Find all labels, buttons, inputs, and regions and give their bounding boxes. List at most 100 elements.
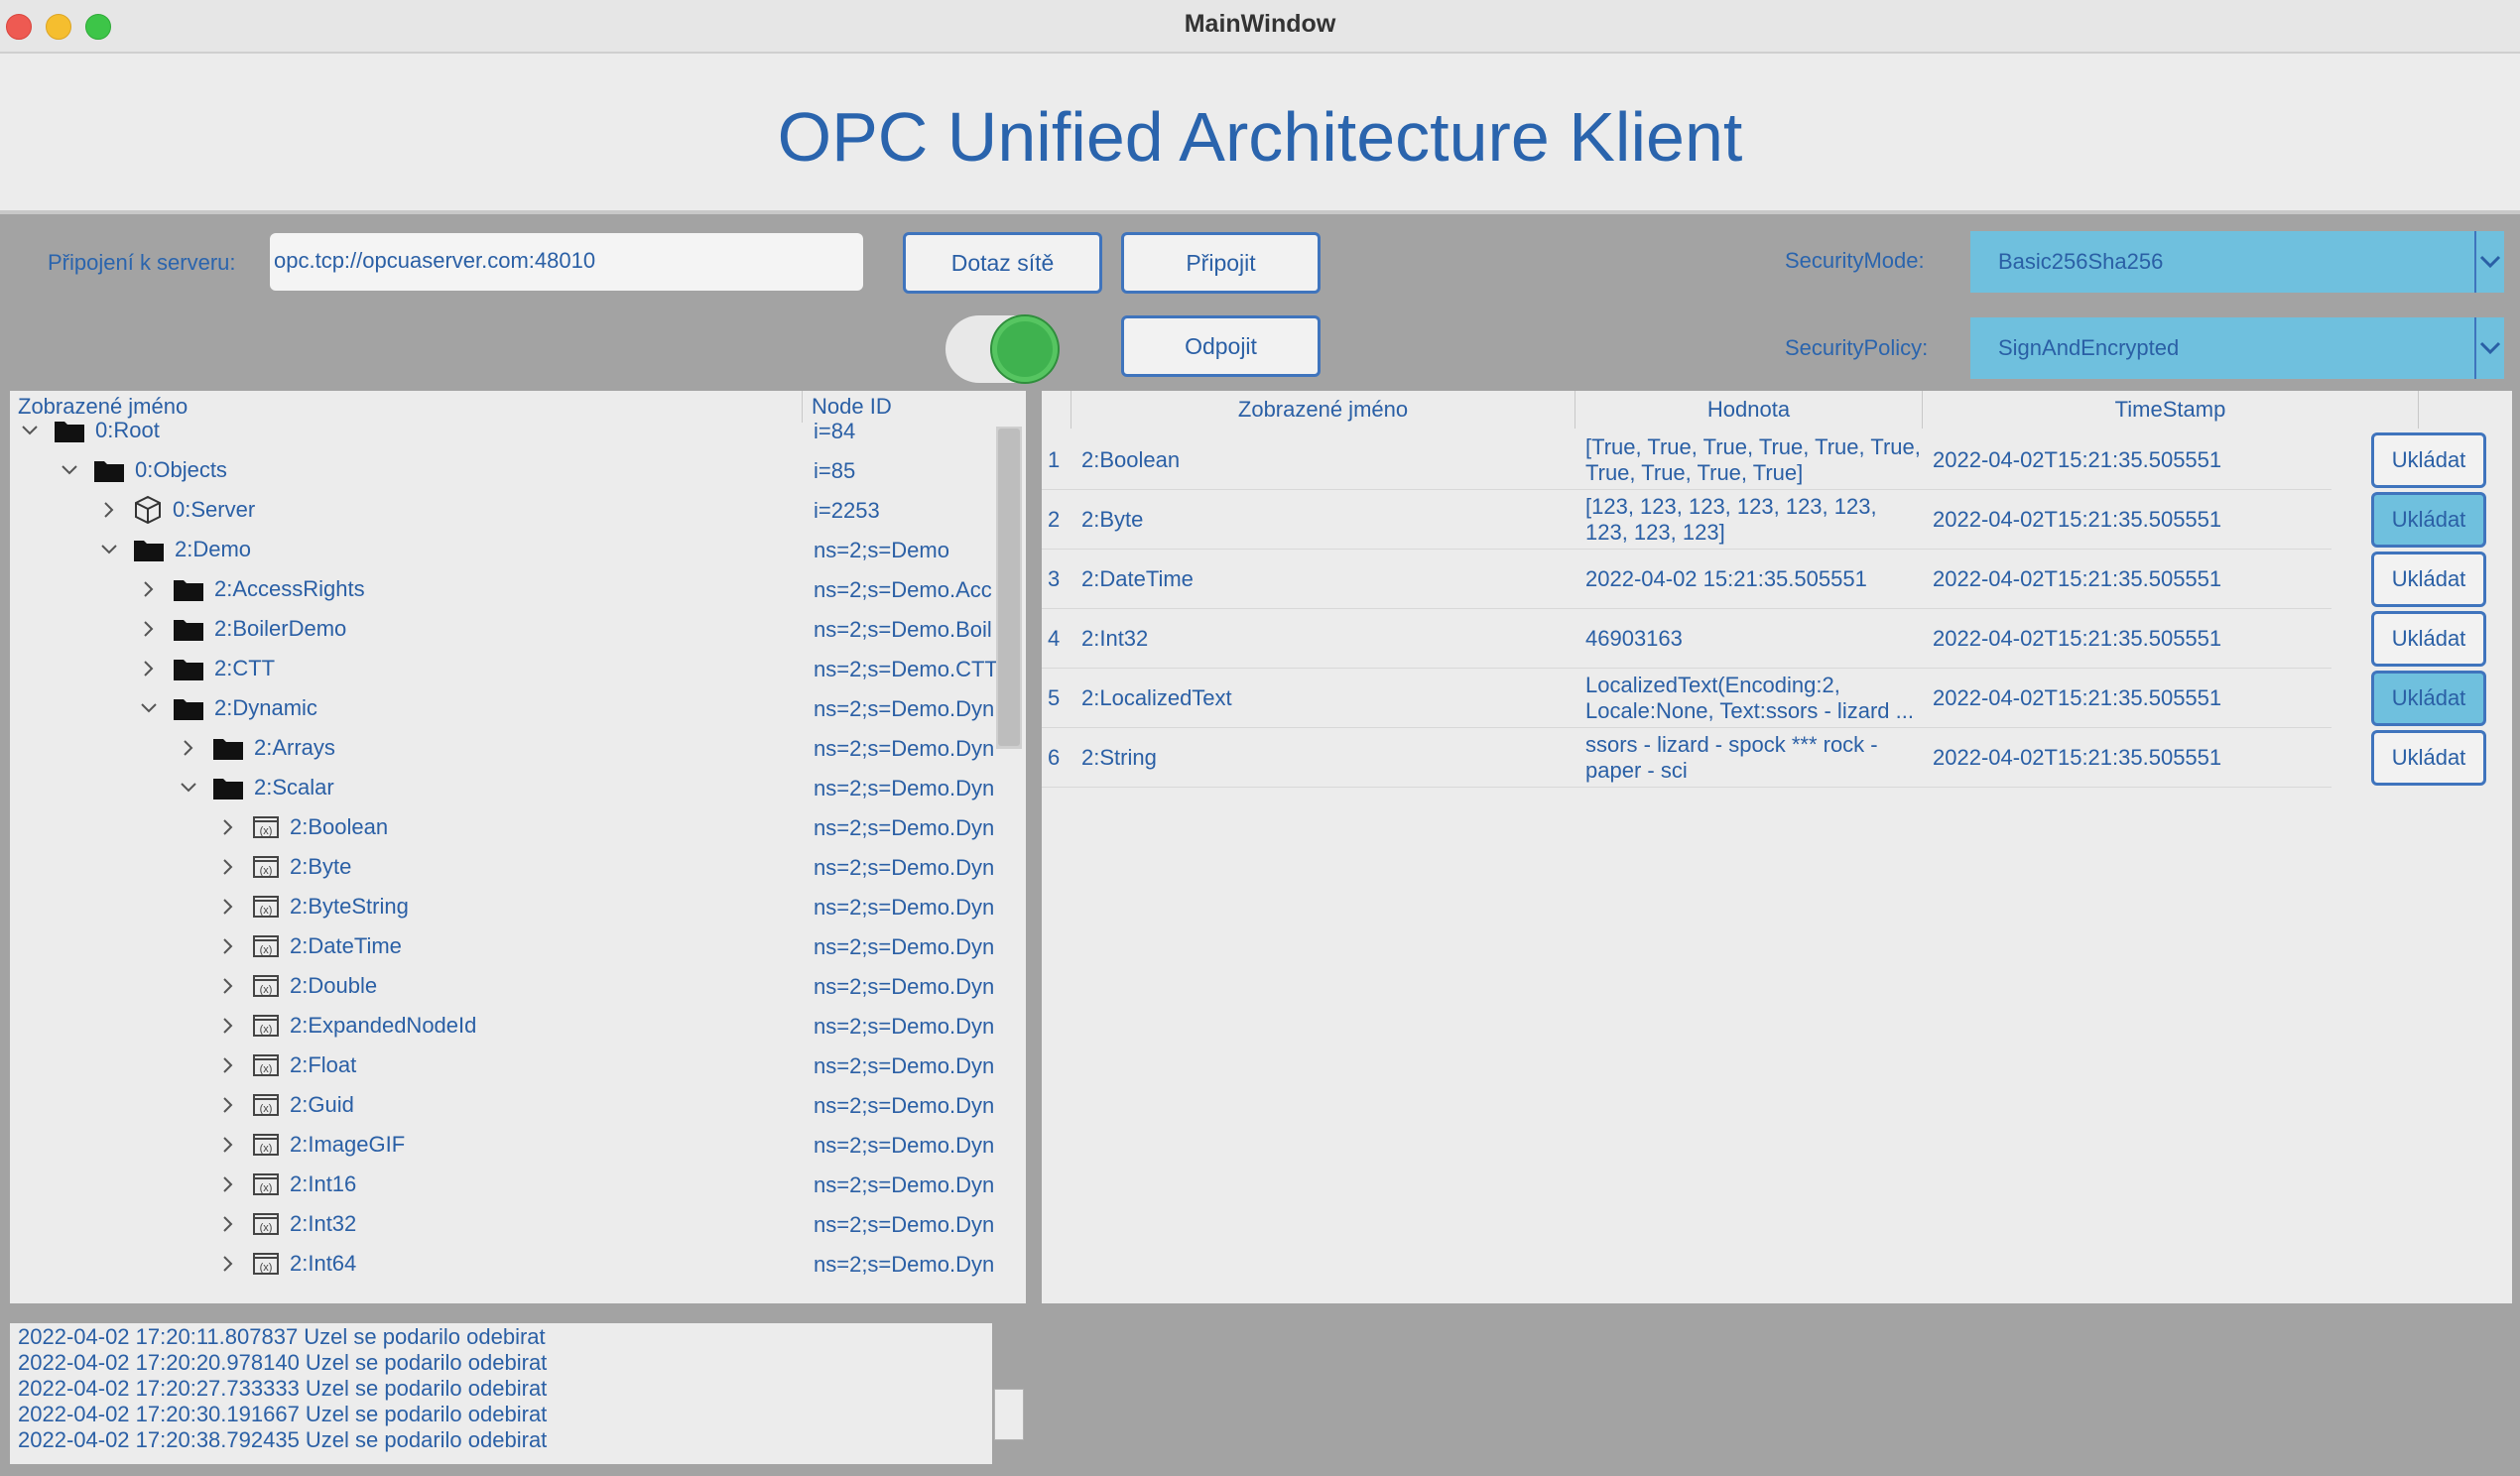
chevron-right-icon[interactable]	[218, 1174, 238, 1194]
server-label: Připojení k serveru:	[48, 250, 236, 275]
table-row[interactable]: 4 2:Int32 46903163 2022-04-02T15:21:35.5055…	[1042, 609, 2512, 669]
chevron-right-icon[interactable]	[139, 619, 159, 639]
column-header-name[interactable]: Zobrazené jméno	[1071, 391, 1575, 429]
tree-node-id: ns=2;s=Demo.Dyn	[814, 736, 995, 761]
chevron-right-icon[interactable]	[218, 1135, 238, 1155]
save-button[interactable]: Ukládat	[2371, 730, 2486, 786]
tree-node[interactable]: (x) 2:Guid	[218, 1085, 354, 1125]
chevron-down-icon[interactable]	[60, 460, 79, 480]
tree-node[interactable]: 2:Scalar	[179, 768, 334, 807]
chevron-right-icon[interactable]	[179, 738, 198, 758]
row-number: 1	[1048, 447, 1061, 472]
security-policy-select[interactable]: SignAndEncrypted	[1970, 317, 2474, 379]
column-header-value[interactable]: Hodnota	[1575, 391, 1923, 429]
chevron-down-icon[interactable]	[99, 540, 119, 559]
chevron-right-icon[interactable]	[218, 897, 238, 917]
chevron-down-icon[interactable]	[20, 421, 40, 440]
save-button[interactable]: Ukládat	[2371, 432, 2486, 488]
tree-node[interactable]: (x) 2:Float	[218, 1046, 356, 1085]
tree-node[interactable]: 2:Dynamic	[139, 688, 317, 728]
chevron-right-icon[interactable]	[218, 1095, 238, 1115]
variable-icon: (x)	[252, 1014, 280, 1038]
tree-node[interactable]: (x) 2:Double	[218, 966, 377, 1006]
tree-node-id: ns=2;s=Demo.Dyn	[814, 1212, 995, 1237]
tree-scrollbar-thumb[interactable]	[998, 429, 1020, 746]
save-button[interactable]: Ukládat	[2371, 552, 2486, 607]
disconnect-button[interactable]: Odpojit	[1121, 315, 1321, 377]
save-button[interactable]: Ukládat	[2371, 611, 2486, 667]
cell-timestamp: 2022-04-02T15:21:35.505551	[1933, 507, 2222, 532]
security-mode-value: Basic256Sha256	[1998, 249, 2164, 274]
node-tree[interactable]: Zobrazené jméno Node ID 0:Root i=84 0:Obje…	[10, 391, 1026, 1303]
cell-name: 2:Boolean	[1081, 447, 1181, 472]
tree-node[interactable]: 2:AccessRights	[139, 569, 365, 609]
chevron-right-icon[interactable]	[139, 659, 159, 678]
tree-node[interactable]: (x) 2:ExpandedNodeId	[218, 1006, 476, 1046]
server-url-input[interactable]	[270, 233, 853, 289]
tree-node[interactable]: (x) 2:Int64	[218, 1244, 356, 1284]
security-policy-dropdown-button[interactable]	[2474, 317, 2504, 379]
chevron-right-icon[interactable]	[218, 857, 238, 877]
table-row[interactable]: 2 2:Byte [123, 123, 123, 123, 123, 123, 12…	[1042, 490, 2512, 550]
tree-header-divider	[802, 391, 803, 423]
save-button[interactable]: Ukládat	[2371, 671, 2486, 726]
connect-button[interactable]: Připojit	[1121, 232, 1321, 294]
tree-node[interactable]: 2:CTT	[139, 649, 275, 688]
table-row[interactable]: 3 2:DateTime 2022-04-02 15:21:35.505551 202…	[1042, 550, 2512, 609]
tree-node[interactable]: 0:Objects	[60, 450, 227, 490]
chevron-down-icon[interactable]	[179, 778, 198, 798]
chevron-right-icon[interactable]	[218, 817, 238, 837]
tree-node-id: ns=2;s=Demo.Dyn	[814, 696, 995, 721]
chevron-right-icon[interactable]	[218, 1016, 238, 1036]
tree-node-id: i=84	[814, 419, 856, 443]
row-number-header	[1042, 391, 1071, 429]
tree-node[interactable]: 0:Server	[99, 490, 255, 530]
tree-node[interactable]: (x) 2:Int16	[218, 1165, 356, 1204]
chevron-right-icon[interactable]	[218, 936, 238, 956]
tree-node-label: 2:CTT	[214, 656, 276, 680]
table-row[interactable]: 6 2:String ssors - lizard - spock *** rock…	[1042, 728, 2512, 788]
security-mode-select[interactable]: Basic256Sha256	[1970, 231, 2474, 293]
tree-node-id: ns=2;s=Demo.Dyn	[814, 776, 995, 800]
chevron-right-icon[interactable]	[218, 976, 238, 996]
chevron-right-icon[interactable]	[218, 1055, 238, 1075]
tree-node[interactable]: (x) 2:Byte	[218, 847, 351, 887]
row-divider	[1042, 787, 2331, 788]
tree-node[interactable]: (x) 2:Int32	[218, 1204, 356, 1244]
chevron-right-icon[interactable]	[139, 579, 159, 599]
discover-button[interactable]: Dotaz sítě	[903, 232, 1102, 294]
svg-text:(x): (x)	[260, 1063, 273, 1075]
connection-toggle-knob[interactable]	[992, 316, 1058, 382]
tree-node-label: 2:Demo	[175, 537, 252, 561]
tree-node[interactable]: (x) 2:ByteString	[218, 887, 409, 926]
variable-icon: (x)	[252, 855, 280, 879]
tree-node[interactable]: (x) 2:Boolean	[218, 807, 388, 847]
tree-node[interactable]: (x) 2:DateTime	[218, 926, 402, 966]
save-button[interactable]: Ukládat	[2371, 492, 2486, 548]
chevron-right-icon[interactable]	[218, 1214, 238, 1234]
table-row[interactable]: 5 2:LocalizedText LocalizedText(Encoding:2…	[1042, 669, 2512, 728]
tree-node[interactable]: (x) 2:ImageGIF	[218, 1125, 405, 1165]
table-row[interactable]: 1 2:Boolean [True, True, True, True, True,…	[1042, 430, 2512, 490]
tree-node[interactable]: 2:Demo	[99, 530, 251, 569]
tree-node-label: 0:Root	[95, 418, 160, 442]
tree-node[interactable]: 0:Root	[20, 411, 160, 450]
log-scrollbar[interactable]	[994, 1389, 1024, 1440]
tree-node-label: 2:ExpandedNodeId	[290, 1013, 477, 1038]
row-number: 2	[1048, 507, 1061, 532]
tree-node-label: 2:DateTime	[290, 933, 402, 958]
tree-node[interactable]: 2:Arrays	[179, 728, 335, 768]
cell-timestamp: 2022-04-02T15:21:35.505551	[1933, 745, 2222, 770]
folder-icon	[173, 695, 204, 721]
chevron-down-icon[interactable]	[139, 698, 159, 718]
chevron-right-icon[interactable]	[218, 1254, 238, 1274]
chevron-right-icon[interactable]	[99, 500, 119, 520]
svg-text:(x): (x)	[260, 1222, 273, 1234]
cell-timestamp: 2022-04-02T15:21:35.505551	[1933, 447, 2222, 472]
svg-text:(x): (x)	[260, 825, 273, 837]
tree-node[interactable]: 2:BoilerDemo	[139, 609, 346, 649]
cell-name: 2:LocalizedText	[1081, 685, 1232, 710]
log-lines: 2022-04-02 17:20:11.807837 Uzel se podar…	[18, 1324, 992, 1453]
security-mode-dropdown-button[interactable]	[2474, 231, 2504, 293]
column-header-timestamp[interactable]: TimeStamp	[1923, 391, 2419, 429]
